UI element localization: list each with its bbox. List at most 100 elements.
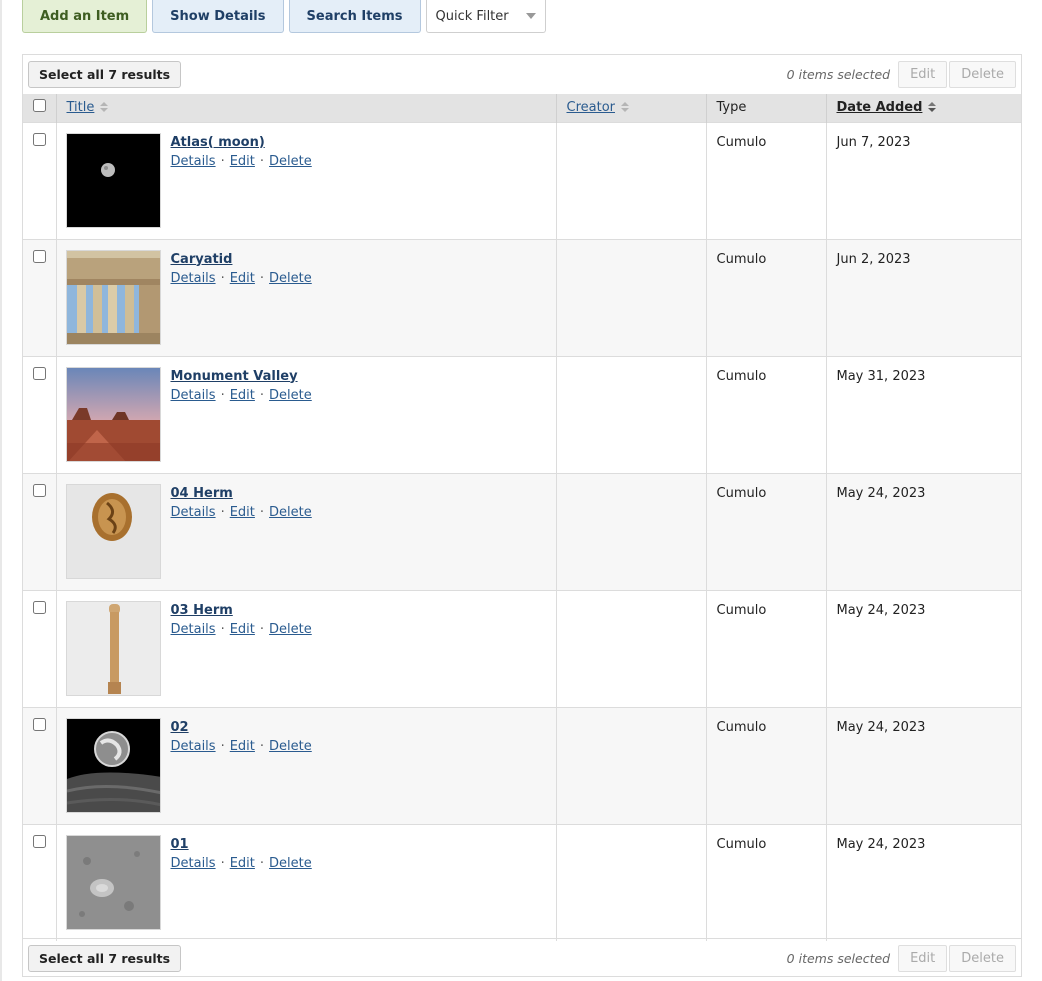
details-link[interactable]: Details <box>171 739 216 754</box>
sort-icon[interactable] <box>100 102 109 112</box>
delete-link[interactable]: Delete <box>269 271 312 286</box>
table-row: 04 Herm Details · Edit · Delete Cumulo May 2… <box>23 473 1021 590</box>
row-select <box>23 356 56 473</box>
edit-link[interactable]: Edit <box>230 739 255 754</box>
sort-creator-link[interactable]: Creator <box>567 100 616 115</box>
table-row: Monument Valley Details · Edit · Delete Cumu… <box>23 356 1021 473</box>
date-cell: May 24, 2023 <box>825 590 1021 707</box>
select-all-checkbox[interactable] <box>33 99 46 112</box>
batch-delete-button-top[interactable]: Delete <box>949 61 1016 88</box>
row-checkbox[interactable] <box>33 717 46 731</box>
sort-title-link[interactable]: Title <box>67 100 95 115</box>
thumbnail-monument-valley[interactable] <box>65 366 161 462</box>
details-link[interactable]: Details <box>171 505 216 520</box>
creator-cell <box>555 590 706 707</box>
creator-cell <box>555 707 706 824</box>
table-row: 02 Details · Edit · Delete Cumulo May 24, 20… <box>23 707 1021 824</box>
type-cell: Cumulo <box>705 824 826 941</box>
header-type: Type <box>705 94 826 122</box>
chevron-down-icon <box>525 13 536 19</box>
details-link[interactable]: Details <box>171 154 216 169</box>
type-cell: Cumulo <box>705 473 826 590</box>
title-cell: 02 Details · Edit · Delete <box>55 707 556 824</box>
type-cell: Cumulo <box>705 707 826 824</box>
separator: · <box>259 270 265 286</box>
delete-link[interactable]: Delete <box>269 505 312 520</box>
select-all-button-top[interactable]: Select all 7 results <box>28 61 182 88</box>
sort-desc-icon[interactable] <box>928 102 937 112</box>
separator: · <box>220 387 225 403</box>
thumbnail-herm-pillar[interactable] <box>65 600 161 696</box>
header-select <box>23 94 56 122</box>
details-link[interactable]: Details <box>171 271 216 286</box>
edit-link[interactable]: Edit <box>230 388 255 403</box>
header-date-added-label: Date Added <box>836 100 923 115</box>
header-creator: Creator <box>555 94 706 122</box>
details-link[interactable]: Details <box>171 388 216 403</box>
separator: · <box>259 504 265 520</box>
thumbnail-caryatid[interactable] <box>65 249 161 345</box>
add-item-button[interactable]: Add an Item <box>22 0 148 33</box>
sort-date-added-link[interactable]: Date Added <box>837 100 923 115</box>
row-checkbox[interactable] <box>33 366 46 380</box>
row-select <box>23 590 56 707</box>
separator: · <box>259 855 265 871</box>
date-cell: May 31, 2023 <box>825 356 1021 473</box>
delete-link[interactable]: Delete <box>269 739 312 754</box>
search-items-button[interactable]: Search Items <box>288 0 421 33</box>
edit-link[interactable]: Edit <box>230 505 255 520</box>
thumbnail-moon-surface[interactable] <box>65 834 161 930</box>
separator: · <box>220 153 225 169</box>
sort-icon[interactable] <box>621 102 629 112</box>
row-select <box>23 239 56 356</box>
table-header-row: Title Creator Type Date Added <box>23 94 1021 122</box>
date-cell: Jun 2, 2023 <box>825 239 1021 356</box>
table-row: Atlas( moon) Details · Edit · Delete Cumulo … <box>23 122 1021 239</box>
delete-link[interactable]: Delete <box>269 388 312 403</box>
title-cell: 03 Herm Details · Edit · Delete <box>55 590 556 707</box>
batch-actions-top: Select all 7 results 0 items selected Ed… <box>23 55 1021 94</box>
edit-link[interactable]: Edit <box>230 154 255 169</box>
row-checkbox[interactable] <box>33 483 46 497</box>
details-link[interactable]: Details <box>171 622 216 637</box>
items-panel: Select all 7 results 0 items selected Ed… <box>22 54 1022 977</box>
thumbnail-moon-small[interactable] <box>65 132 161 228</box>
separator: · <box>259 387 265 403</box>
table-row: 03 Herm Details · Edit · Delete Cumulo May 2… <box>23 590 1021 707</box>
header-title: Title <box>55 94 556 122</box>
thumbnail-earthrise[interactable] <box>65 717 161 813</box>
batch-edit-button-bottom[interactable]: Edit <box>898 945 948 972</box>
title-cell: Monument Valley Details · Edit · Delete <box>55 356 556 473</box>
row-select <box>23 707 56 824</box>
quick-filter-dropdown[interactable]: Quick Filter <box>425 0 546 33</box>
separator: · <box>259 738 265 754</box>
row-checkbox[interactable] <box>33 600 46 614</box>
separator: · <box>220 270 225 286</box>
batch-edit-button-top[interactable]: Edit <box>898 61 948 88</box>
top-actions: Add an Item Show Details Search Items Qu… <box>22 0 546 33</box>
details-link[interactable]: Details <box>171 856 216 871</box>
edit-link[interactable]: Edit <box>230 271 255 286</box>
title-cell: 01 Details · Edit · Delete <box>55 824 556 941</box>
row-select <box>23 122 56 239</box>
edit-link[interactable]: Edit <box>230 622 255 637</box>
delete-link[interactable]: Delete <box>269 622 312 637</box>
thumbnail-herm-coin[interactable] <box>65 483 161 579</box>
quick-filter-label: Quick Filter <box>435 8 509 24</box>
row-checkbox[interactable] <box>33 132 46 146</box>
batch-delete-button-bottom[interactable]: Delete <box>949 945 1016 972</box>
row-checkbox[interactable] <box>33 834 46 848</box>
edit-link[interactable]: Edit <box>230 856 255 871</box>
type-cell: Cumulo <box>705 122 826 239</box>
separator: · <box>220 855 225 871</box>
header-title-label: Title <box>66 100 95 115</box>
select-all-button-bottom[interactable]: Select all 7 results <box>28 945 182 972</box>
show-details-button[interactable]: Show Details <box>152 0 284 33</box>
batch-right-top: 0 items selected Edit Delete <box>787 61 1016 88</box>
delete-link[interactable]: Delete <box>269 154 312 169</box>
type-cell: Cumulo <box>705 590 826 707</box>
creator-cell <box>555 356 706 473</box>
separator: · <box>220 621 225 637</box>
row-checkbox[interactable] <box>33 249 46 263</box>
delete-link[interactable]: Delete <box>269 856 312 871</box>
